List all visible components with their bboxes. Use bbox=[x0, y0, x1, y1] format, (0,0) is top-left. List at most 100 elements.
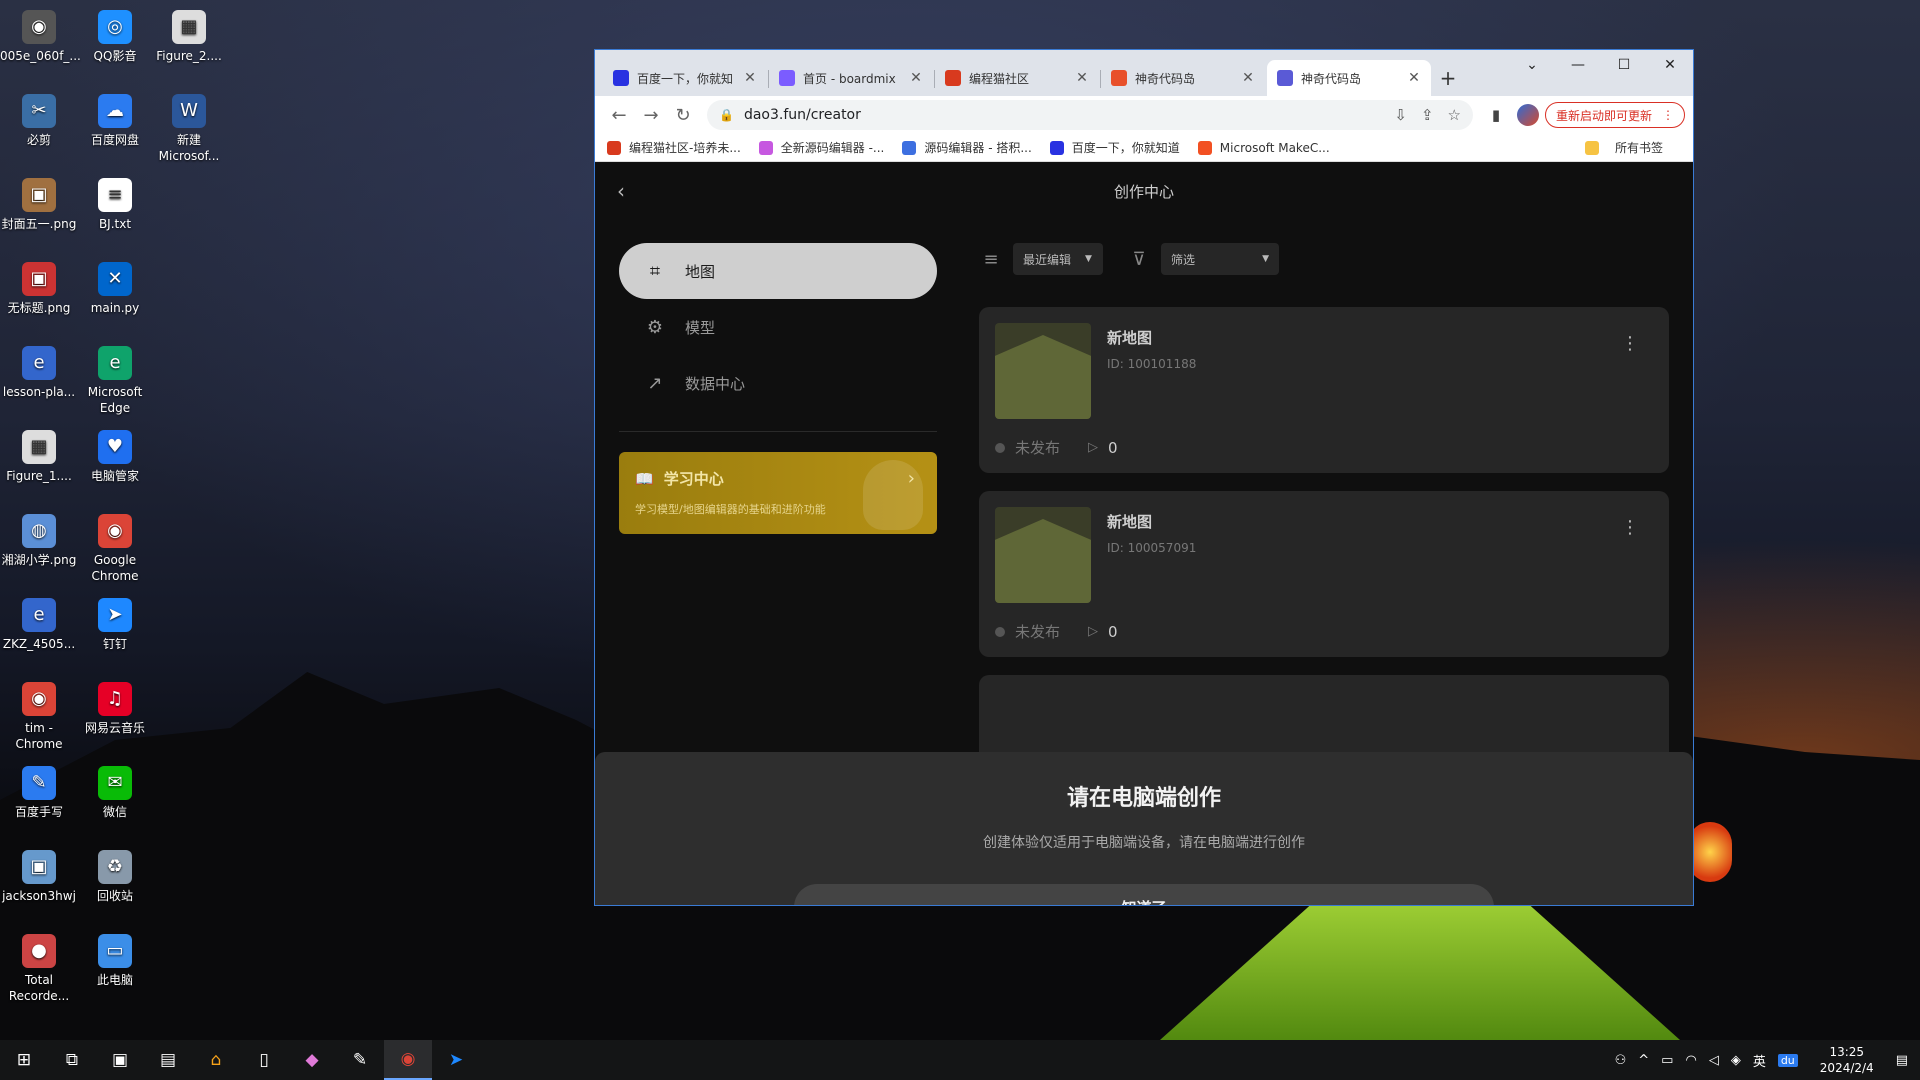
tab-dao3-1[interactable]: 神奇代码岛 ✕ bbox=[1101, 60, 1265, 96]
desktop-icon[interactable]: ♫ 网易云音乐 bbox=[76, 676, 154, 736]
nav-item-map[interactable]: ⌗ 地图 bbox=[619, 243, 937, 299]
chevron-up-icon[interactable]: ^ bbox=[1638, 1053, 1649, 1068]
tab-boardmix[interactable]: 首页 - boardmix ✕ bbox=[769, 60, 935, 96]
desktop-icon[interactable]: ≡ BJ.txt bbox=[76, 172, 154, 232]
tab-dao3-active[interactable]: 神奇代码岛 ✕ bbox=[1267, 60, 1431, 96]
chrome-icon[interactable]: ◉ bbox=[384, 1040, 432, 1080]
desktop-icon[interactable]: e ZKZ_4505... bbox=[0, 592, 78, 652]
close-icon[interactable]: ✕ bbox=[1241, 70, 1255, 86]
learning-center-card[interactable]: 📖 学习中心 学习模型/地图编辑器的基础和进阶功能 › bbox=[619, 452, 937, 534]
desktop-icon[interactable]: e Microsoft Edge bbox=[76, 340, 154, 416]
taskbar-app-icon[interactable]: ▣ bbox=[96, 1040, 144, 1080]
tab-codemao[interactable]: 编程猫社区 ✕ bbox=[935, 60, 1101, 96]
desktop-icon[interactable]: ✉ 微信 bbox=[76, 760, 154, 820]
close-icon[interactable]: ✕ bbox=[743, 70, 757, 86]
minimize-icon[interactable]: — bbox=[1555, 50, 1601, 80]
map-card[interactable]: 新地图 ID: 100057091 ⋮ 未发布 ▷ 0 bbox=[979, 491, 1669, 657]
more-vert-icon[interactable]: ⋮ bbox=[1621, 333, 1639, 354]
side-panel-icon[interactable]: ▮ bbox=[1481, 100, 1511, 130]
people-icon[interactable]: ⚇ bbox=[1615, 1053, 1627, 1068]
close-icon[interactable]: ✕ bbox=[1407, 70, 1421, 86]
desktop-icon[interactable]: ▣ 封面五一.png bbox=[0, 172, 78, 232]
window-close-icon[interactable]: ✕ bbox=[1647, 50, 1693, 80]
desktop-icon-label: 新建 Microsof... bbox=[158, 133, 220, 163]
baidu-handwriting-icon[interactable]: ✎ bbox=[336, 1040, 384, 1080]
desktop-icon[interactable]: ◉ tim - Chrome bbox=[0, 676, 78, 752]
desktop-icon[interactable]: ▣ 无标题.png bbox=[0, 256, 78, 316]
maximize-icon[interactable]: ☐ bbox=[1601, 50, 1647, 80]
more-vert-icon[interactable]: ⋮ bbox=[1621, 517, 1639, 538]
input-language[interactable]: 英 bbox=[1753, 1051, 1766, 1070]
desktop-icon[interactable]: ● Total Recorde... bbox=[0, 928, 78, 1004]
dao3-favicon-icon bbox=[1111, 70, 1127, 86]
bookmark-item[interactable]: 百度一下，你就知道 bbox=[1049, 139, 1180, 156]
desktop-icon[interactable]: e lesson-pla... bbox=[0, 340, 78, 400]
netease-music-icon: ♫ bbox=[98, 682, 132, 716]
task-view-icon[interactable]: ⧉ bbox=[48, 1040, 96, 1080]
home-icon[interactable]: ⌂ bbox=[192, 1040, 240, 1080]
desktop-icon[interactable]: ◍ 湘湖小学.png bbox=[0, 508, 78, 568]
du-ime-icon[interactable]: du bbox=[1777, 1053, 1798, 1067]
bookmark-item[interactable]: Microsoft MakeC... bbox=[1197, 140, 1330, 155]
map-card[interactable]: 新地图 ID: 100101188 ⋮ 未发布 ▷ 0 bbox=[979, 307, 1669, 473]
start-windows-icon[interactable]: ⊞ bbox=[0, 1040, 48, 1080]
desktop-icon[interactable]: W 新建 Microsof... bbox=[150, 88, 228, 164]
desktop-icon[interactable]: ▣ jackson3hwj bbox=[0, 844, 78, 904]
notification-icon[interactable]: ▤ bbox=[1896, 1053, 1908, 1068]
desktop-icon[interactable]: ♻ 回收站 bbox=[76, 844, 154, 904]
filter-select[interactable]: 筛选 ▼ bbox=[1161, 243, 1279, 275]
install-icon[interactable]: ⇩ bbox=[1394, 106, 1407, 124]
clock[interactable]: 13:25 2024/2/4 bbox=[1820, 1044, 1874, 1076]
desktop-icon[interactable]: ✕ main.py bbox=[76, 256, 154, 316]
share-icon[interactable]: ⇪ bbox=[1421, 106, 1434, 124]
desktop-icon[interactable]: ♥ 电脑管家 bbox=[76, 424, 154, 484]
nav-item-data-center[interactable]: ↗ 数据中心 bbox=[619, 355, 937, 411]
volume-icon[interactable]: ◁ bbox=[1709, 1053, 1719, 1068]
desktop-icon[interactable]: ➤ 钉钉 bbox=[76, 592, 154, 652]
desktop-icon[interactable]: ◎ QQ影音 bbox=[76, 4, 154, 64]
battery-icon[interactable]: ▭ bbox=[1661, 1053, 1673, 1068]
desktop-icon[interactable]: ▦ Figure_2.... bbox=[150, 4, 228, 64]
bookmark-item[interactable]: 编程猫社区-培养未... bbox=[607, 139, 741, 156]
desktop-icon[interactable]: ▦ Figure_1.... bbox=[0, 424, 78, 484]
dingtalk-icon[interactable]: ➤ bbox=[432, 1040, 480, 1080]
close-icon[interactable]: ✕ bbox=[909, 70, 923, 86]
tab-baidu[interactable]: 百度一下，你就知 ✕ bbox=[603, 60, 769, 96]
star-icon[interactable]: ☆ bbox=[1448, 106, 1461, 124]
tab-search-icon[interactable]: ⌄ bbox=[1509, 50, 1555, 80]
close-icon[interactable]: ✕ bbox=[1075, 70, 1089, 86]
sort-select[interactable]: 最近编辑 ▼ bbox=[1013, 243, 1103, 275]
status-dot-icon bbox=[995, 626, 1005, 637]
reload-icon[interactable]: ↻ bbox=[667, 99, 699, 131]
back-arrow-icon[interactable]: ← bbox=[603, 99, 635, 131]
desktop-icon[interactable]: ◉ Google Chrome bbox=[76, 508, 154, 584]
dao3-favicon-icon bbox=[1277, 70, 1293, 86]
baidu-handwriting-icon: ✎ bbox=[22, 766, 56, 800]
desktop-icon[interactable]: ▭ 此电脑 bbox=[76, 928, 154, 988]
update-label: 重新启动即可更新 bbox=[1555, 108, 1652, 123]
forward-arrow-icon[interactable]: → bbox=[635, 99, 667, 131]
all-bookmarks[interactable]: 所有书签 bbox=[1584, 139, 1663, 156]
wifi-icon[interactable]: ◠ bbox=[1685, 1053, 1696, 1068]
new-tab-button[interactable]: + bbox=[1433, 60, 1463, 96]
image-file-icon: ▦ bbox=[22, 430, 56, 464]
back-chevron-icon[interactable]: ‹ bbox=[617, 179, 625, 203]
desktop-icon[interactable]: ✎ 百度手写 bbox=[0, 760, 78, 820]
update-button[interactable]: 重新启动即可更新 ⋮ bbox=[1544, 102, 1685, 128]
desktop-icon[interactable]: ☁ 百度网盘 bbox=[76, 88, 154, 148]
address-bar[interactable]: 🔒 dao3.fun/creator ⇩ ⇪ ☆ bbox=[707, 100, 1473, 130]
bookmark-item[interactable]: 全新源码编辑器 -... bbox=[758, 139, 884, 156]
all-bookmarks-label: 所有书签 bbox=[1614, 141, 1663, 155]
desktop-icon[interactable]: ◉ 005e_060f_... bbox=[0, 4, 81, 64]
security-icon[interactable]: ◈ bbox=[1731, 1053, 1741, 1068]
file-explorer-icon[interactable]: ▤ bbox=[144, 1040, 192, 1080]
editor-app-icon[interactable]: ◆ bbox=[288, 1040, 336, 1080]
bookmark-item[interactable]: 源码编辑器 - 搭积... bbox=[902, 139, 1032, 156]
desktop-icon[interactable]: ✂ 必剪 bbox=[0, 88, 78, 148]
document-icon[interactable]: ▯ bbox=[240, 1040, 288, 1080]
got-it-button[interactable]: 知道了 bbox=[794, 884, 1494, 905]
nav-item-model[interactable]: ⚙ 模型 bbox=[619, 299, 937, 355]
profile-avatar[interactable] bbox=[1516, 104, 1539, 126]
desktop-only-modal: 请在电脑端创作 创建体验仅适用于电脑端设备，请在电脑端进行创作 知道了 bbox=[595, 752, 1693, 905]
nav-label: 模型 bbox=[685, 318, 716, 337]
